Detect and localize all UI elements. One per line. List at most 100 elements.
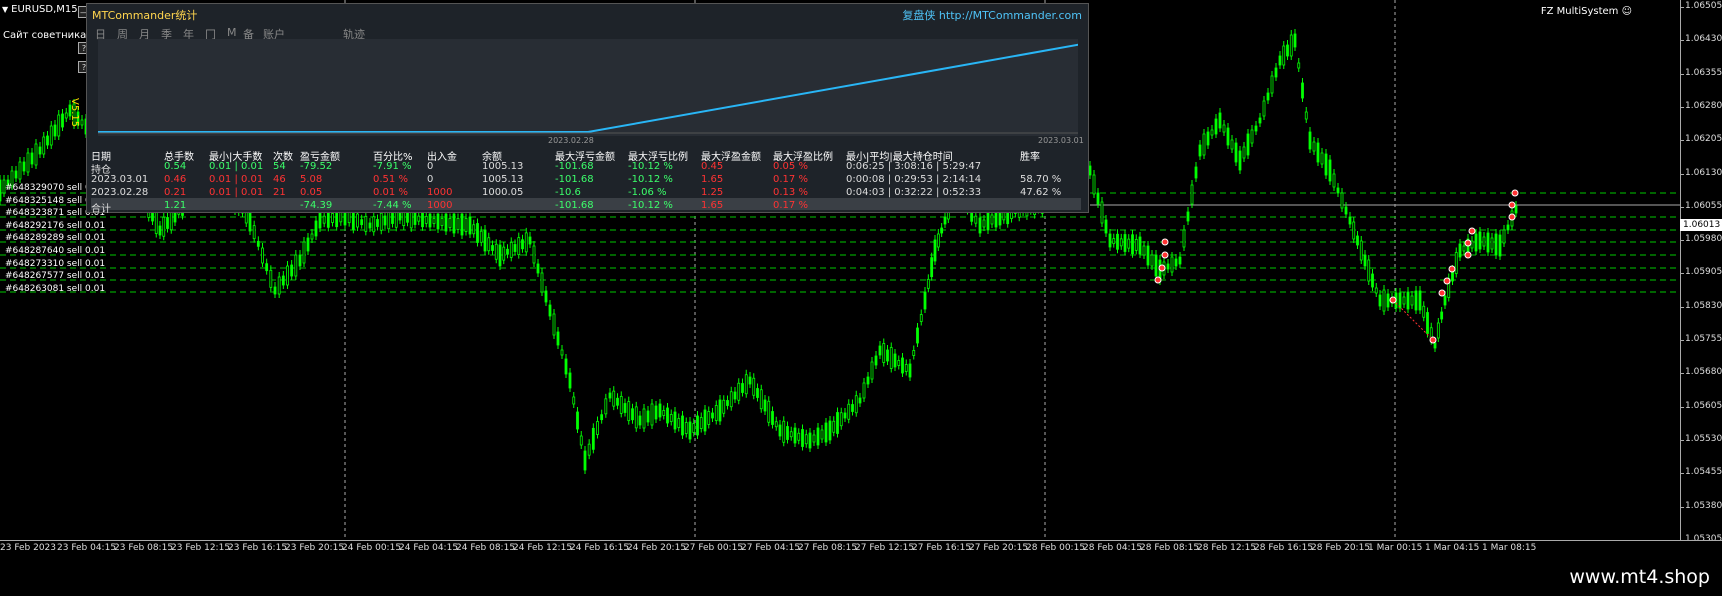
- candle-body: [436, 213, 440, 230]
- candle-body: [294, 254, 298, 277]
- candle-body: [487, 237, 491, 252]
- candle-body: [273, 286, 277, 295]
- time-tick-label: 23 Feb 08:15: [114, 543, 174, 553]
- candle-body: [893, 353, 897, 368]
- current-price-marker: 1.06013: [1680, 219, 1722, 231]
- time-tick-label: 28 Feb 16:15: [1254, 543, 1314, 553]
- candle-body: [1246, 133, 1250, 156]
- candle-body: [1304, 111, 1308, 120]
- candle-body: [379, 212, 383, 231]
- candle-body: [1282, 45, 1286, 66]
- candle-body: [1100, 201, 1104, 224]
- candle-body: [30, 152, 34, 165]
- time-tick-label: 27 Feb 16:15: [912, 543, 972, 553]
- candle-body: [432, 218, 436, 224]
- candle-body: [1336, 187, 1340, 194]
- candle-body: [34, 143, 38, 166]
- candle-body: [600, 414, 604, 421]
- candle-body: [908, 363, 912, 378]
- candle-body: [502, 246, 506, 261]
- price-axis[interactable]: 1.06505 1.06430 1.06355 1.06280 1.06205 1.061…: [1680, 0, 1722, 544]
- trade-marker: [1464, 239, 1472, 247]
- candle-body: [383, 215, 387, 226]
- time-tick-label: 28 Feb 08:15: [1140, 543, 1200, 553]
- time-tick-label: 27 Feb 00:15: [684, 543, 744, 553]
- candle-body: [548, 304, 552, 317]
- time-tick-label: 28 Feb 04:15: [1083, 543, 1143, 553]
- candle-body: [1386, 293, 1390, 308]
- candle-body: [1301, 82, 1304, 99]
- candle-body: [974, 215, 978, 224]
- candle-body: [741, 383, 744, 393]
- candle-body: [281, 275, 285, 286]
- candle-body: [634, 406, 638, 429]
- candle-body: [990, 214, 994, 225]
- candle-body: [1119, 238, 1123, 247]
- time-axis[interactable]: 23 Feb 2023 23 Feb 04:15 23 Feb 08:15 23 Fe…: [0, 540, 1722, 557]
- candle-body: [631, 408, 634, 421]
- candle-body: [572, 396, 576, 405]
- candle-body: [1382, 289, 1386, 312]
- candle-body: [298, 254, 302, 267]
- stats-cell: 0.17 %: [773, 200, 808, 211]
- candle-body: [1278, 55, 1282, 66]
- candle-body: [347, 211, 351, 224]
- candle-body: [158, 225, 162, 236]
- candle-body: [583, 450, 587, 471]
- candle-body: [642, 408, 646, 429]
- candle-body: [540, 272, 544, 293]
- candle-body: [711, 412, 714, 419]
- candle-body: [269, 269, 273, 288]
- candle-body: [61, 113, 64, 128]
- trade-marker: [1161, 238, 1169, 246]
- stats-cell: 1000.05: [482, 187, 524, 198]
- candle-body: [1242, 146, 1246, 159]
- candle-body: [763, 399, 767, 412]
- stats-cell: 0.05 %: [773, 161, 808, 172]
- candle-body: [1490, 237, 1494, 250]
- stats-cell: 2023.03.01: [91, 174, 149, 185]
- candle-body: [532, 245, 536, 264]
- candle-body: [707, 411, 711, 425]
- candle-body: [1230, 139, 1234, 150]
- stats-cell: -10.6: [555, 187, 581, 198]
- stats-cell: 0.46: [164, 174, 187, 185]
- candle-body: [832, 420, 836, 433]
- candle-body: [1426, 312, 1429, 334]
- candle-body: [882, 343, 886, 363]
- candle-body: [1422, 305, 1426, 318]
- candle-body: [468, 216, 472, 235]
- candle-body: [801, 429, 804, 447]
- price-tick-mark: [1681, 439, 1684, 441]
- stats-cell: 0.01 | 0.01: [209, 187, 264, 198]
- candle-body: [722, 399, 726, 414]
- stats-cell: -10.12 %: [628, 200, 673, 211]
- candle-body: [1289, 34, 1293, 57]
- time-tick-label: 24 Feb 12:15: [513, 543, 573, 553]
- candle-body: [1418, 290, 1422, 311]
- candle-body: [1462, 245, 1466, 252]
- time-tick-label: 1 Mar 04:15: [1425, 543, 1480, 553]
- candle-body: [986, 212, 990, 231]
- candle-body: [847, 403, 851, 420]
- candle-body: [0, 179, 2, 202]
- candle-body: [552, 313, 556, 336]
- candle-body: [1092, 174, 1096, 195]
- candle-body: [1131, 234, 1134, 255]
- panel-link[interactable]: 复盘侠 http://MTCommander.com: [902, 7, 1082, 23]
- candle-body: [290, 264, 294, 277]
- candle-body: [286, 265, 289, 286]
- candle-body: [322, 215, 326, 224]
- candle-body: [752, 377, 756, 396]
- candle-body: [277, 276, 281, 295]
- tab-6[interactable]: M: [227, 26, 237, 39]
- price-chart[interactable]: ▼EURUSD,M15 Сайт советника FOREXZONA.RU …: [0, 0, 1680, 540]
- dropdown-triangle-icon[interactable]: ▼: [2, 5, 8, 14]
- stats-cell: 5.08: [300, 174, 323, 185]
- candle-body: [261, 247, 264, 264]
- stats-cell: 0.45: [701, 161, 724, 172]
- candle-body: [57, 114, 61, 137]
- footer: www.mt4.shop: [0, 556, 1722, 596]
- time-tick-label: 28 Feb 20:15: [1311, 543, 1371, 553]
- candle-body: [1088, 165, 1092, 176]
